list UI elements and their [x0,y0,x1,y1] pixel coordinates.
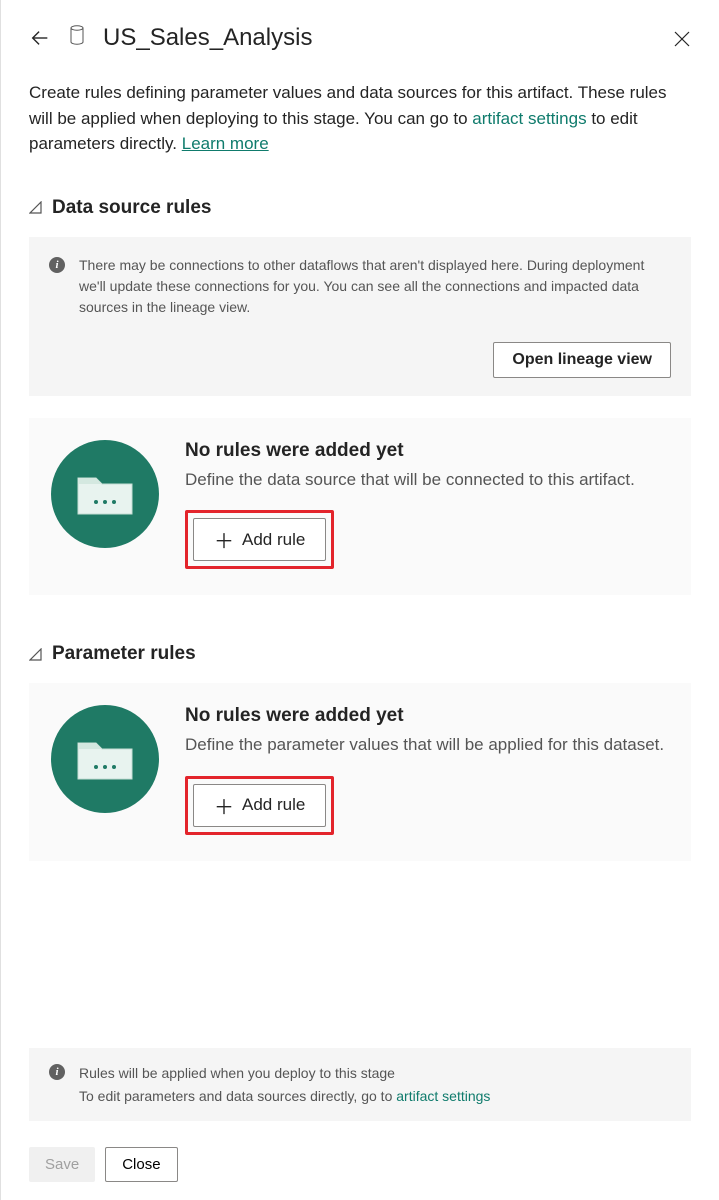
info-icon: i [49,257,65,273]
datasource-card-title: No rules were added yet [185,440,669,462]
datasource-info-text: There may be connections to other datafl… [79,255,671,318]
close-icon[interactable] [673,30,691,48]
plus-icon: ＋ [214,791,234,820]
artifact-settings-link[interactable]: artifact settings [472,109,586,128]
footer-artifact-settings-link[interactable]: artifact settings [396,1088,490,1104]
datasource-add-rule-button[interactable]: ＋ Add rule [193,518,326,561]
parameter-empty-card: No rules were added yet Define the param… [29,683,691,861]
save-button[interactable]: Save [29,1147,95,1182]
highlight-annotation: ＋ Add rule [185,510,334,569]
parameter-card-desc: Define the parameter values that will be… [185,733,669,758]
parameter-card-title: No rules were added yet [185,705,669,727]
parameter-heading: Parameter rules [52,643,196,665]
plus-icon: ＋ [214,525,234,554]
panel-title: US_Sales_Analysis [103,24,312,52]
highlight-annotation: ＋ Add rule [185,776,334,835]
info-icon: i [49,1064,65,1080]
folder-icon [51,705,159,813]
back-button[interactable] [29,27,51,49]
intro-text: Create rules defining parameter values a… [29,80,691,157]
parameter-add-rule-button[interactable]: ＋ Add rule [193,784,326,827]
parameter-section-header[interactable]: Parameter rules [29,643,691,665]
open-lineage-button[interactable]: Open lineage view [493,342,671,378]
datasource-heading: Data source rules [52,197,211,219]
footer-info-box: i Rules will be applied when you deploy … [29,1048,691,1121]
folder-icon [51,440,159,548]
learn-more-link[interactable]: Learn more [182,134,269,153]
datasource-section-header[interactable]: Data source rules [29,197,691,219]
datasource-empty-card: No rules were added yet Define the data … [29,418,691,596]
close-button[interactable]: Close [105,1147,177,1182]
collapse-icon [29,201,42,214]
database-icon [69,24,85,52]
datasource-card-desc: Define the data source that will be conn… [185,468,669,493]
footer-line1: Rules will be applied when you deploy to… [79,1062,490,1084]
datasource-info-box: i There may be connections to other data… [29,237,691,396]
collapse-icon [29,648,42,661]
